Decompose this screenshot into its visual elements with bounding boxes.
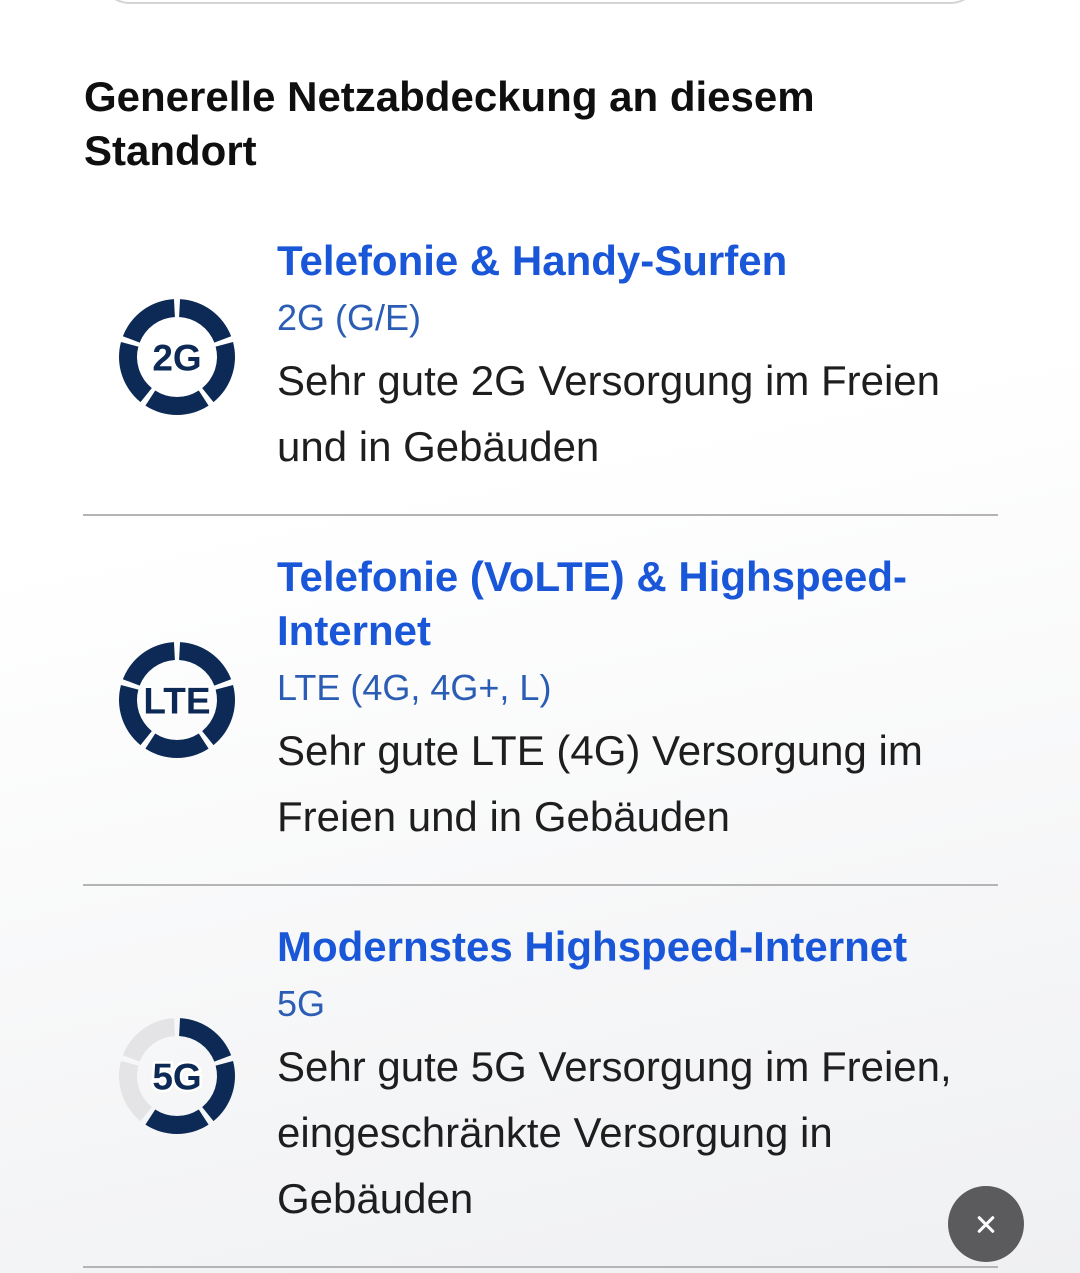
signal-2g-icon: 2G: [119, 299, 235, 415]
signal-segment-filled: [122, 642, 175, 686]
signal-icon-container: 2G: [83, 298, 277, 416]
icon-label: 2G: [152, 338, 201, 379]
technology-label: 2G (G/E): [277, 297, 422, 338]
coverage-description: Sehr gute 5G Versorgung im Freien, einge…: [277, 1043, 952, 1222]
signal-segment-filled: [145, 390, 209, 415]
signal-segment-filled: [179, 642, 232, 686]
signal-segment-filled: [202, 1060, 235, 1122]
technology-label: 5G: [277, 983, 326, 1024]
coverage-item-lte: LTE Telefonie (VoLTE) & Highspeed-Intern…: [83, 516, 998, 886]
icon-label: 5G: [152, 1057, 201, 1098]
signal-segment-empty: [122, 1018, 175, 1062]
close-button[interactable]: [948, 1186, 1024, 1262]
coverage-item-2g: 2G Telefonie & Handy-Surfen 2G (G/E) Seh…: [83, 200, 998, 516]
signal-segment-filled: [122, 299, 175, 343]
top-card-edge: [100, 0, 980, 4]
close-icon: [948, 1186, 1024, 1262]
coverage-description: Sehr gute 2G Versorgung im Freien und in…: [277, 357, 941, 470]
technology-label: LTE (4G, 4G+, L): [277, 667, 552, 708]
icon-label: LTE: [143, 681, 210, 722]
signal-icon-container: LTE: [83, 641, 277, 759]
coverage-item-5g: 5G Modernstes Highspeed-Internet 5G Sehr…: [83, 886, 998, 1268]
signal-segment-filled: [145, 1109, 209, 1134]
signal-5g-icon: 5G: [119, 1018, 235, 1134]
signal-segment-filled: [202, 341, 235, 403]
coverage-title: Telefonie (VoLTE) & Highspeed-Internet: [277, 553, 907, 654]
coverage-text: Telefonie & Handy-Surfen 2G (G/E) Sehr g…: [277, 234, 998, 480]
signal-segment-filled: [179, 1018, 232, 1062]
coverage-title: Telefonie & Handy-Surfen: [277, 237, 788, 284]
page: Generelle Netzabdeckung an diesem Stando…: [0, 0, 1080, 1273]
signal-segment-empty: [119, 1060, 152, 1122]
coverage-text: Modernstes Highspeed-Internet 5G Sehr gu…: [277, 920, 998, 1232]
signal-segment-filled: [119, 341, 152, 403]
section-heading: Generelle Netzabdeckung an diesem Stando…: [84, 73, 815, 174]
signal-icon-container: 5G: [83, 1017, 277, 1135]
coverage-text: Telefonie (VoLTE) & Highspeed-Internet L…: [277, 550, 998, 850]
signal-segment-filled: [179, 299, 232, 343]
coverage-section: Generelle Netzabdeckung an diesem Stando…: [83, 70, 998, 1268]
signal-segment-filled: [145, 733, 209, 758]
signal-lte-icon: LTE: [119, 642, 235, 758]
coverage-description: Sehr gute LTE (4G) Versorgung im Freien …: [277, 727, 923, 840]
coverage-title: Modernstes Highspeed-Internet: [277, 923, 908, 970]
